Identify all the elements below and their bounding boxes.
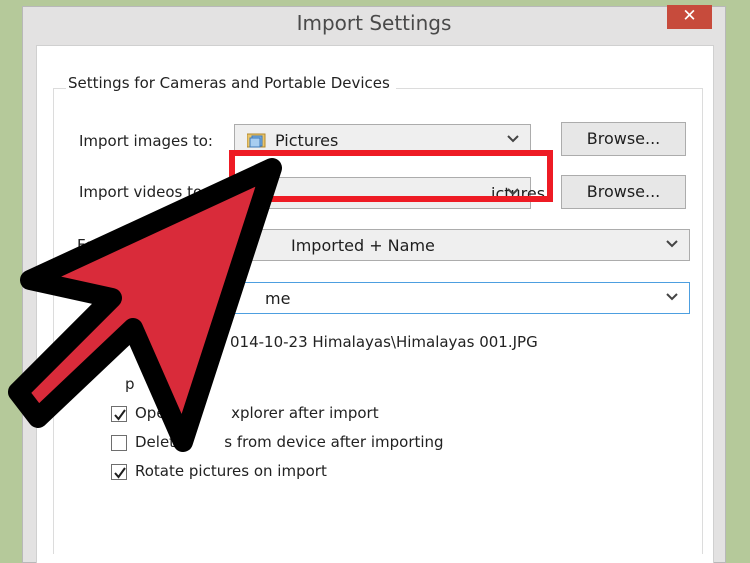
rotate-pictures-checkbox[interactable] — [111, 464, 127, 480]
chevron-down-icon — [507, 135, 519, 143]
file-name-select[interactable]: me — [234, 282, 690, 314]
folder-icon — [247, 186, 266, 201]
delete-from-device-label: Delete s from device after importing — [135, 433, 444, 451]
settings-group-label: Settings for Cameras and Portable Device… — [66, 74, 396, 92]
example-path: 014-10-23 Himalayas\Himalayas 001.JPG — [230, 333, 538, 351]
file-name-value: me — [265, 289, 291, 308]
window-title: Import Settings — [296, 11, 452, 35]
open-explorer-option[interactable]: Open xplorer after import — [111, 404, 411, 424]
import-videos-browse-button[interactable]: Browse... — [561, 175, 686, 209]
import-images-browse-button[interactable]: Browse... — [561, 122, 686, 156]
folder-name-select[interactable]: Imported + Name — [234, 229, 690, 261]
title-bar: Import Settings ✕ — [23, 5, 725, 43]
rotate-pictures-label: Rotate pictures on import — [135, 462, 327, 480]
import-settings-window: Import Settings ✕ Settings for Cameras a… — [22, 5, 726, 563]
close-button[interactable]: ✕ — [667, 5, 712, 29]
chevron-down-icon — [666, 240, 678, 248]
import-images-value: Pictures — [275, 131, 339, 150]
open-explorer-checkbox[interactable] — [111, 406, 127, 422]
chevron-down-icon — [507, 188, 519, 196]
delete-from-device-checkbox[interactable] — [111, 435, 127, 451]
import-images-select[interactable]: Pictures — [234, 124, 531, 156]
checkmark-icon — [114, 467, 126, 479]
open-explorer-label: Open xplorer after import — [135, 404, 379, 422]
import-videos-select[interactable]: ictures — [234, 177, 545, 209]
folder-name-label: Fol — [77, 236, 99, 254]
example-label: E — [77, 333, 87, 351]
folder-pictures-icon — [247, 133, 266, 148]
import-videos-label: Import videos to: — [79, 183, 208, 201]
delete-from-device-option[interactable]: Delete s from device after importing — [111, 433, 451, 453]
other-options-label: p — [125, 375, 135, 393]
dialog-content: Settings for Cameras and Portable Device… — [36, 45, 714, 563]
checkmark-icon — [114, 409, 126, 421]
import-images-label: Import images to: — [79, 132, 213, 150]
settings-group-frame — [53, 88, 703, 554]
folder-name-value: Imported + Name — [291, 236, 435, 255]
chevron-down-icon — [666, 293, 678, 301]
rotate-pictures-option[interactable]: Rotate pictures on import — [111, 462, 371, 482]
